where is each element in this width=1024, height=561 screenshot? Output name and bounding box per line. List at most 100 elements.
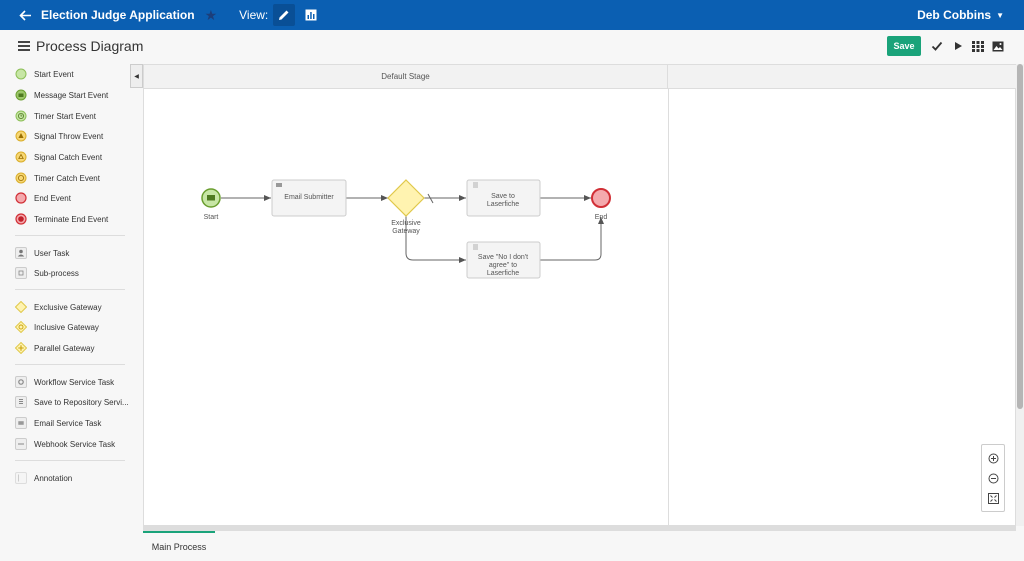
palette-save-to-repository[interactable]: Save to Repository Servi... [15, 395, 129, 409]
view-label: View: [239, 8, 269, 22]
palette-label: Annotation [34, 473, 73, 483]
start-label: Start [204, 214, 219, 221]
gateway-label-line1: Exclusive [391, 220, 421, 227]
process-diagram: Start Email Submitter Exclusive Gateway … [201, 179, 611, 279]
element-palette: Start Event Message Start Event Timer St… [0, 63, 138, 533]
palette-signal-throw-event[interactable]: Signal Throw Event [15, 129, 103, 143]
palette-sub-process[interactable]: Sub-process [15, 266, 79, 280]
tab-main-process[interactable]: Main Process [143, 531, 215, 561]
collapse-palette-button[interactable]: ◀ [130, 64, 143, 88]
save1-label-line1: Save to [491, 193, 515, 200]
palette-workflow-service-task[interactable]: Workflow Service Task [15, 375, 114, 389]
workflow-service-task-icon [15, 376, 27, 388]
palette-terminate-end-event[interactable]: Terminate End Event [15, 212, 108, 226]
webhook-service-task-icon [15, 438, 27, 450]
chevron-left-icon: ◀ [134, 73, 139, 80]
hamburger-menu-icon[interactable] [18, 41, 30, 51]
email-submitter-label: Email Submitter [284, 194, 334, 201]
email-icon [276, 183, 282, 187]
palette-label: Signal Catch Event [34, 152, 103, 162]
back-arrow-icon[interactable] [18, 8, 32, 22]
terminate-end-event-icon [15, 213, 27, 225]
palette-label: Exclusive Gateway [34, 302, 102, 312]
palette-label: User Task [34, 248, 70, 258]
timer-catch-event-icon [15, 172, 27, 184]
palette-label: Signal Throw Event [34, 131, 104, 141]
palette-label: End Event [34, 193, 71, 203]
palette-label: Timer Start Event [34, 111, 96, 121]
palette-parallel-gateway[interactable]: Parallel Gateway [15, 341, 94, 355]
palette-label: Workflow Service Task [34, 377, 115, 387]
user-task-icon [15, 247, 27, 259]
palette-label: Terminate End Event [34, 214, 109, 224]
caret-down-icon: ▼ [996, 10, 1004, 20]
user-menu[interactable]: Deb Cobbins ▼ [917, 0, 1004, 30]
page-header: Process Diagram Save [0, 30, 1024, 63]
palette-end-event[interactable]: End Event [15, 191, 71, 205]
favorite-star-icon[interactable]: ★ [205, 7, 218, 24]
end-event-node[interactable] [591, 188, 611, 208]
zoom-in-icon[interactable] [986, 451, 1000, 465]
palette-message-start-event[interactable]: Message Start Event [15, 88, 108, 102]
image-export-icon[interactable] [991, 39, 1005, 53]
palette-exclusive-gateway[interactable]: Exclusive Gateway [15, 300, 102, 314]
timer-start-event-icon [15, 110, 27, 122]
envelope-icon [207, 195, 215, 201]
palette-label: Parallel Gateway [34, 343, 95, 353]
palette-divider [15, 235, 125, 236]
palette-label: Webhook Service Task [34, 439, 116, 449]
end-label: End [595, 214, 608, 221]
palette-divider [15, 364, 125, 365]
save2-label-line3: Laserfiche [487, 270, 519, 277]
scrollbar-thumb[interactable] [1017, 64, 1023, 409]
palette-label: Sub-process [34, 268, 79, 278]
palette-user-task[interactable]: User Task [15, 246, 69, 260]
zoom-out-icon[interactable] [986, 471, 1000, 485]
palette-divider [15, 460, 125, 461]
palette-divider [15, 289, 125, 290]
fit-to-screen-icon[interactable] [986, 491, 1000, 505]
palette-timer-start-event[interactable]: Timer Start Event [15, 109, 96, 123]
app-title: Election Judge Application [41, 8, 195, 22]
exclusive-gateway-icon [15, 301, 27, 313]
email-service-task-icon [15, 417, 27, 429]
pencil-icon [279, 10, 289, 20]
end-event-icon [15, 192, 27, 204]
palette-start-event[interactable]: Start Event [15, 67, 74, 81]
palette-annotation[interactable]: Annotation [15, 471, 72, 485]
user-name: Deb Cobbins [917, 8, 992, 22]
palette-label: Start Event [34, 69, 74, 79]
save2-label-line1: Save "No I don't [478, 254, 528, 261]
signal-throw-event-icon [15, 130, 27, 142]
diagram-canvas[interactable]: Default Stage Start Email Submitter Excl… [143, 64, 1017, 527]
palette-webhook-service-task[interactable]: Webhook Service Task [15, 437, 115, 451]
flow-save2-to-end[interactable] [540, 217, 604, 261]
annotation-icon [15, 472, 27, 484]
edit-view-button[interactable] [273, 4, 296, 26]
save-button[interactable]: Save [887, 36, 921, 56]
palette-label: Email Service Task [34, 418, 102, 428]
save2-label-line2: agree" to [489, 262, 517, 269]
palette-inclusive-gateway[interactable]: Inclusive Gateway [15, 320, 99, 334]
save1-label-line2: Laserfiche [487, 201, 519, 208]
report-view-button[interactable] [300, 4, 322, 26]
palette-signal-catch-event[interactable]: Signal Catch Event [15, 150, 102, 164]
validate-check-icon[interactable] [930, 39, 944, 53]
inclusive-gateway-icon [15, 321, 27, 333]
page-title: Process Diagram [36, 38, 144, 54]
start-event-icon [15, 68, 27, 80]
zoom-controls [981, 444, 1005, 512]
vertical-scrollbar[interactable] [1016, 64, 1024, 526]
exclusive-gateway-node[interactable] [387, 179, 425, 217]
bar-chart-icon [305, 9, 317, 21]
palette-label: Inclusive Gateway [34, 322, 99, 332]
palette-label: Timer Catch Event [34, 173, 100, 183]
save-to-repository-icon [15, 396, 27, 408]
palette-email-service-task[interactable]: Email Service Task [15, 416, 101, 430]
sub-process-icon [15, 267, 27, 279]
run-play-icon[interactable] [951, 39, 965, 53]
palette-timer-catch-event[interactable]: Timer Catch Event [15, 171, 100, 185]
grid-view-icon[interactable] [971, 39, 985, 53]
start-event-node[interactable] [201, 188, 221, 208]
palette-label: Message Start Event [34, 90, 109, 100]
